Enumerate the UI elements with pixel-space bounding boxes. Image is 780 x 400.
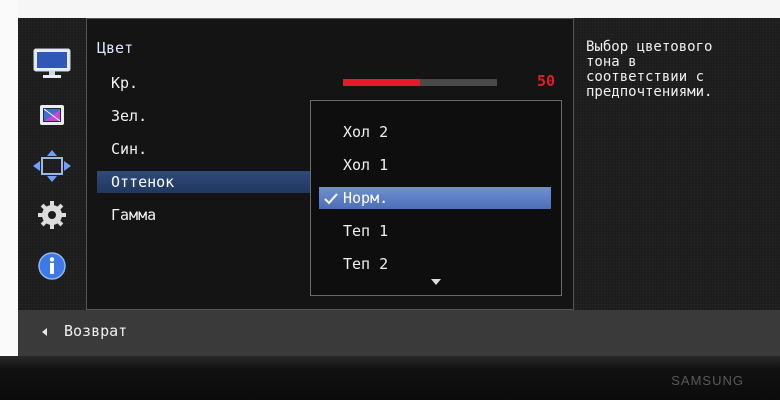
option-warm-2[interactable]: Теп 2 xyxy=(319,253,551,275)
down-arrow-icon[interactable] xyxy=(431,279,441,285)
back-button[interactable]: Возврат xyxy=(64,322,127,340)
option-normal[interactable]: Норм. xyxy=(319,187,551,209)
brand-logo: SAMSUNG xyxy=(671,373,744,388)
monitor-bezel-left xyxy=(0,0,18,360)
info-icon[interactable] xyxy=(32,249,72,283)
gear-icon[interactable] xyxy=(32,198,72,232)
menu-item-gamma[interactable]: Гамма xyxy=(97,204,156,226)
tone-dropdown: Хол 2 Хол 1 Норм. Теп 1 Теп 2 xyxy=(310,100,562,296)
option-warm-1[interactable]: Теп 1 xyxy=(319,220,551,242)
back-arrow-icon[interactable] xyxy=(42,328,47,336)
red-slider-value: 50 xyxy=(536,72,555,90)
menu-item-blue[interactable]: Син. xyxy=(97,138,147,160)
help-description: Выбор цветового тона в соответствии с пр… xyxy=(586,39,713,100)
sidebar xyxy=(18,18,86,310)
menu-item-green[interactable]: Зел. xyxy=(97,105,147,127)
menu-item-red[interactable]: Кр. xyxy=(97,72,138,94)
option-cool-2[interactable]: Хол 2 xyxy=(319,121,551,143)
monitor-picture-icon[interactable] xyxy=(32,46,72,80)
menu-item-tone[interactable]: Оттенок xyxy=(97,171,323,193)
red-slider-fill xyxy=(343,79,420,86)
option-cool-1[interactable]: Хол 1 xyxy=(319,154,551,176)
footer-bar: Возврат xyxy=(18,310,780,356)
checkmark-icon xyxy=(323,190,339,212)
screen-adjust-icon[interactable] xyxy=(32,98,72,132)
monitor-bezel-bottom xyxy=(0,356,780,400)
position-arrows-icon[interactable] xyxy=(32,149,72,183)
panel-title: Цвет xyxy=(97,39,134,57)
option-normal-label: Норм. xyxy=(343,189,389,207)
red-slider[interactable] xyxy=(343,79,497,86)
